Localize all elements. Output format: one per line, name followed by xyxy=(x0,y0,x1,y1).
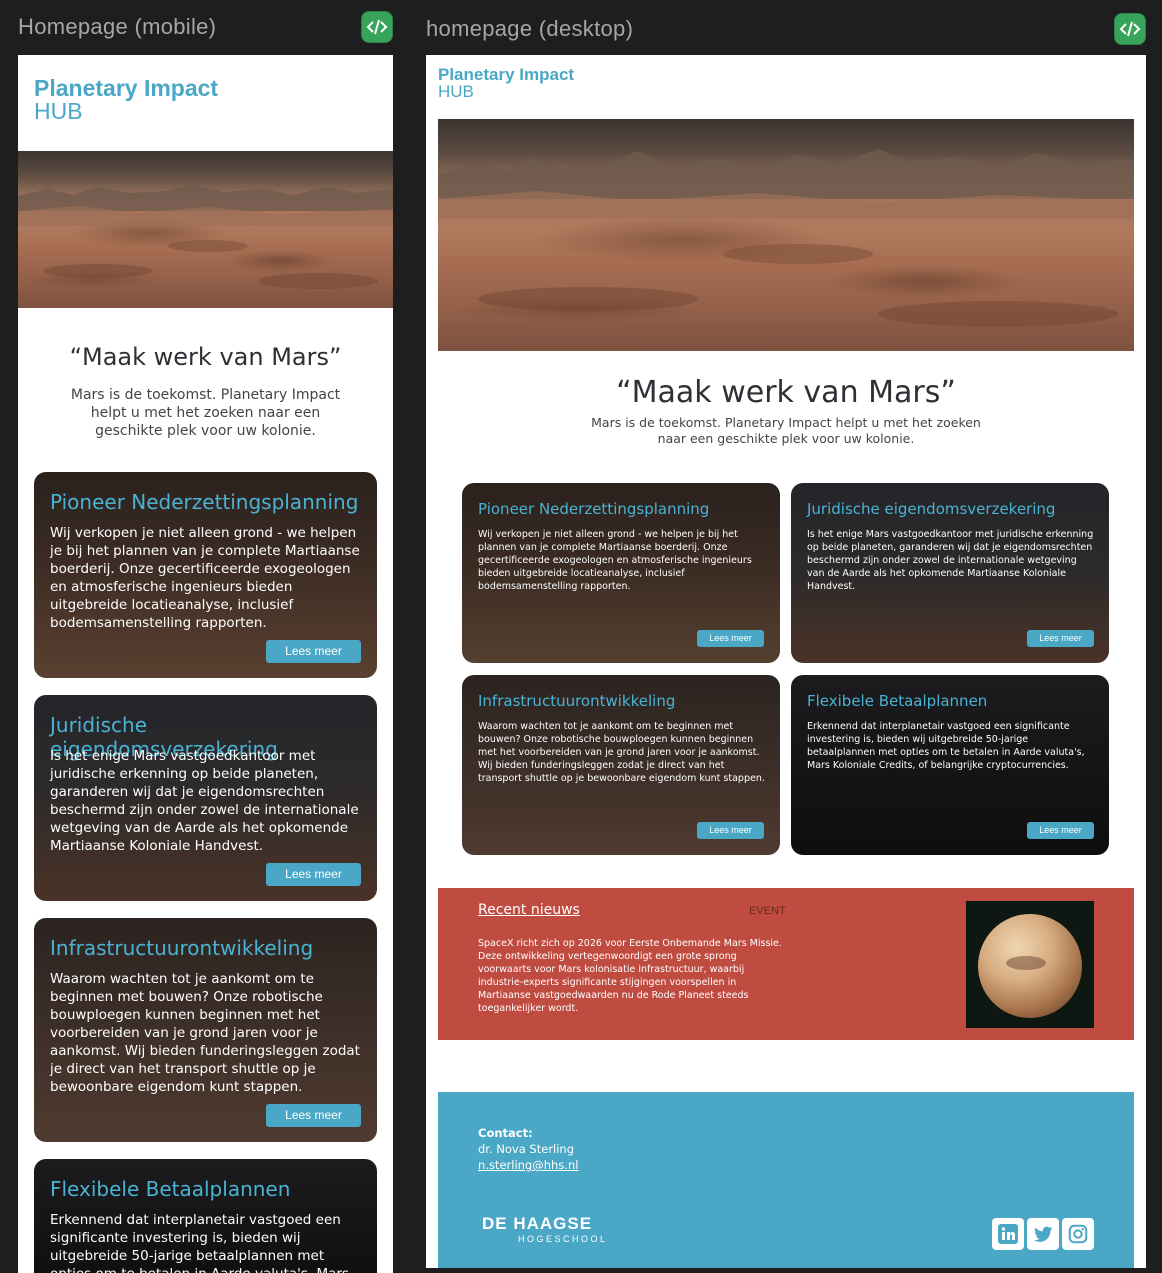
code-icon xyxy=(1119,21,1141,37)
lees-meer-button[interactable]: Lees meer xyxy=(266,1104,361,1127)
hero-subtitle: Mars is de toekomst. Planetary Impact he… xyxy=(591,415,981,446)
hero-image-mars xyxy=(18,151,393,308)
lees-meer-button[interactable]: Lees meer xyxy=(1027,822,1094,839)
contact-email-link[interactable]: n.sterling@hhs.nl xyxy=(478,1158,578,1172)
contact-name: dr. Nova Sterling xyxy=(478,1142,575,1156)
hero-title: “Maak werk van Mars” xyxy=(616,375,956,410)
card-title: Juridische eigendomsverzekering xyxy=(807,500,1056,518)
logo-line1: Planetary Impact xyxy=(438,65,575,84)
desktop-frame-title: homepage (desktop) xyxy=(426,16,634,41)
card-text: Erkennend dat interplanetair vastgoed ee… xyxy=(50,1212,349,1273)
service-card-juridisch: Juridische eigendomsverzekering Is het e… xyxy=(34,695,377,901)
card-title: Infrastructuurontwikkeling xyxy=(50,936,314,960)
mobile-homepage-frame: Planetary Impact HUB “Maak werk van Mars… xyxy=(18,55,393,1273)
news-heading[interactable]: Recent nieuws xyxy=(478,902,580,918)
lees-meer-button[interactable]: Lees meer xyxy=(1027,630,1094,647)
logo-line2: HUB xyxy=(34,98,83,124)
lees-meer-button[interactable]: Lees meer xyxy=(266,863,361,886)
logo-line2: HUB xyxy=(438,82,474,101)
footer: Contact: dr. Nova Sterling n.sterling@hh… xyxy=(438,1092,1134,1268)
card-text: Wij verkopen je niet alleen grond - we h… xyxy=(50,525,360,631)
service-card-juridisch: Juridische eigendomsverzekering Is het e… xyxy=(791,483,1109,663)
haagse-hogeschool-logo[interactable]: DE HAAGSE HOGESCHOOL xyxy=(482,1214,608,1244)
service-card-infrastructuur: Infrastructuurontwikkeling Waarom wachte… xyxy=(462,675,780,855)
service-card-pioneer: Pioneer Nederzettingsplanning Wij verkop… xyxy=(462,483,780,663)
card-text: Waarom wachten tot je aankomt om te begi… xyxy=(50,971,360,1095)
school-logo-line1: DE HAAGSE xyxy=(482,1214,593,1233)
lees-meer-button[interactable]: Lees meer xyxy=(697,630,764,647)
logo-line1: Planetary Impact xyxy=(34,75,219,101)
card-title: Infrastructuurontwikkeling xyxy=(478,692,676,710)
code-view-button-mobile[interactable] xyxy=(361,11,393,43)
twitter-icon xyxy=(1034,1226,1053,1242)
card-title: Pioneer Nederzettingsplanning xyxy=(50,490,359,514)
recent-news-section: Recent nieuws EVENT SpaceX richt zich op… xyxy=(438,888,1134,1040)
instagram-icon xyxy=(1068,1224,1088,1244)
lees-meer-button[interactable]: Lees meer xyxy=(266,640,361,663)
linkedin-icon xyxy=(998,1224,1018,1244)
card-text: Waarom wachten tot je aankomt om te begi… xyxy=(478,721,765,784)
mars-planet-image xyxy=(966,901,1094,1028)
hero-subtitle: Mars is de toekomst. Planetary Impact he… xyxy=(70,387,341,439)
contact-label: Contact: xyxy=(478,1126,533,1140)
card-text: Is het enige Mars vastgoedkantoor met ju… xyxy=(50,748,359,854)
school-logo-line2: HOGESCHOOL xyxy=(518,1234,608,1244)
card-title: Pioneer Nederzettingsplanning xyxy=(478,500,710,518)
service-card-infrastructuur: Infrastructuurontwikkeling Waarom wachte… xyxy=(34,918,377,1142)
desktop-homepage-frame: Planetary Impact HUB “Maak werk van Mars… xyxy=(426,55,1146,1268)
card-text: Erkennend dat interplanetair vastgoed ee… xyxy=(807,721,1085,771)
hero-title: “Maak werk van Mars” xyxy=(69,343,342,371)
logo[interactable]: Planetary Impact HUB xyxy=(34,77,218,123)
linkedin-button[interactable] xyxy=(992,1218,1024,1250)
news-tag: EVENT xyxy=(749,905,786,917)
service-card-betaalplannen: Flexibele Betaalplannen Erkennend dat in… xyxy=(34,1159,377,1273)
service-card-betaalplannen: Flexibele Betaalplannen Erkennend dat in… xyxy=(791,675,1109,855)
card-title: Flexibele Betaalplannen xyxy=(50,1177,291,1201)
logo[interactable]: Planetary Impact HUB xyxy=(438,66,574,100)
service-card-pioneer: Pioneer Nederzettingsplanning Wij verkop… xyxy=(34,472,377,678)
instagram-button[interactable] xyxy=(1062,1218,1094,1250)
code-icon xyxy=(366,19,388,35)
card-text: Wij verkopen je niet alleen grond - we h… xyxy=(478,529,752,592)
card-text: Is het enige Mars vastgoedkantoor met ju… xyxy=(807,529,1094,592)
twitter-button[interactable] xyxy=(1027,1218,1059,1250)
news-text: SpaceX richt zich op 2026 voor Eerste On… xyxy=(478,938,782,1014)
lees-meer-button[interactable]: Lees meer xyxy=(697,822,764,839)
code-view-button-desktop[interactable] xyxy=(1114,13,1146,45)
hero-image-mars xyxy=(438,119,1134,351)
card-title: Flexibele Betaalplannen xyxy=(807,692,988,710)
mobile-frame-title: Homepage (mobile) xyxy=(18,14,217,39)
